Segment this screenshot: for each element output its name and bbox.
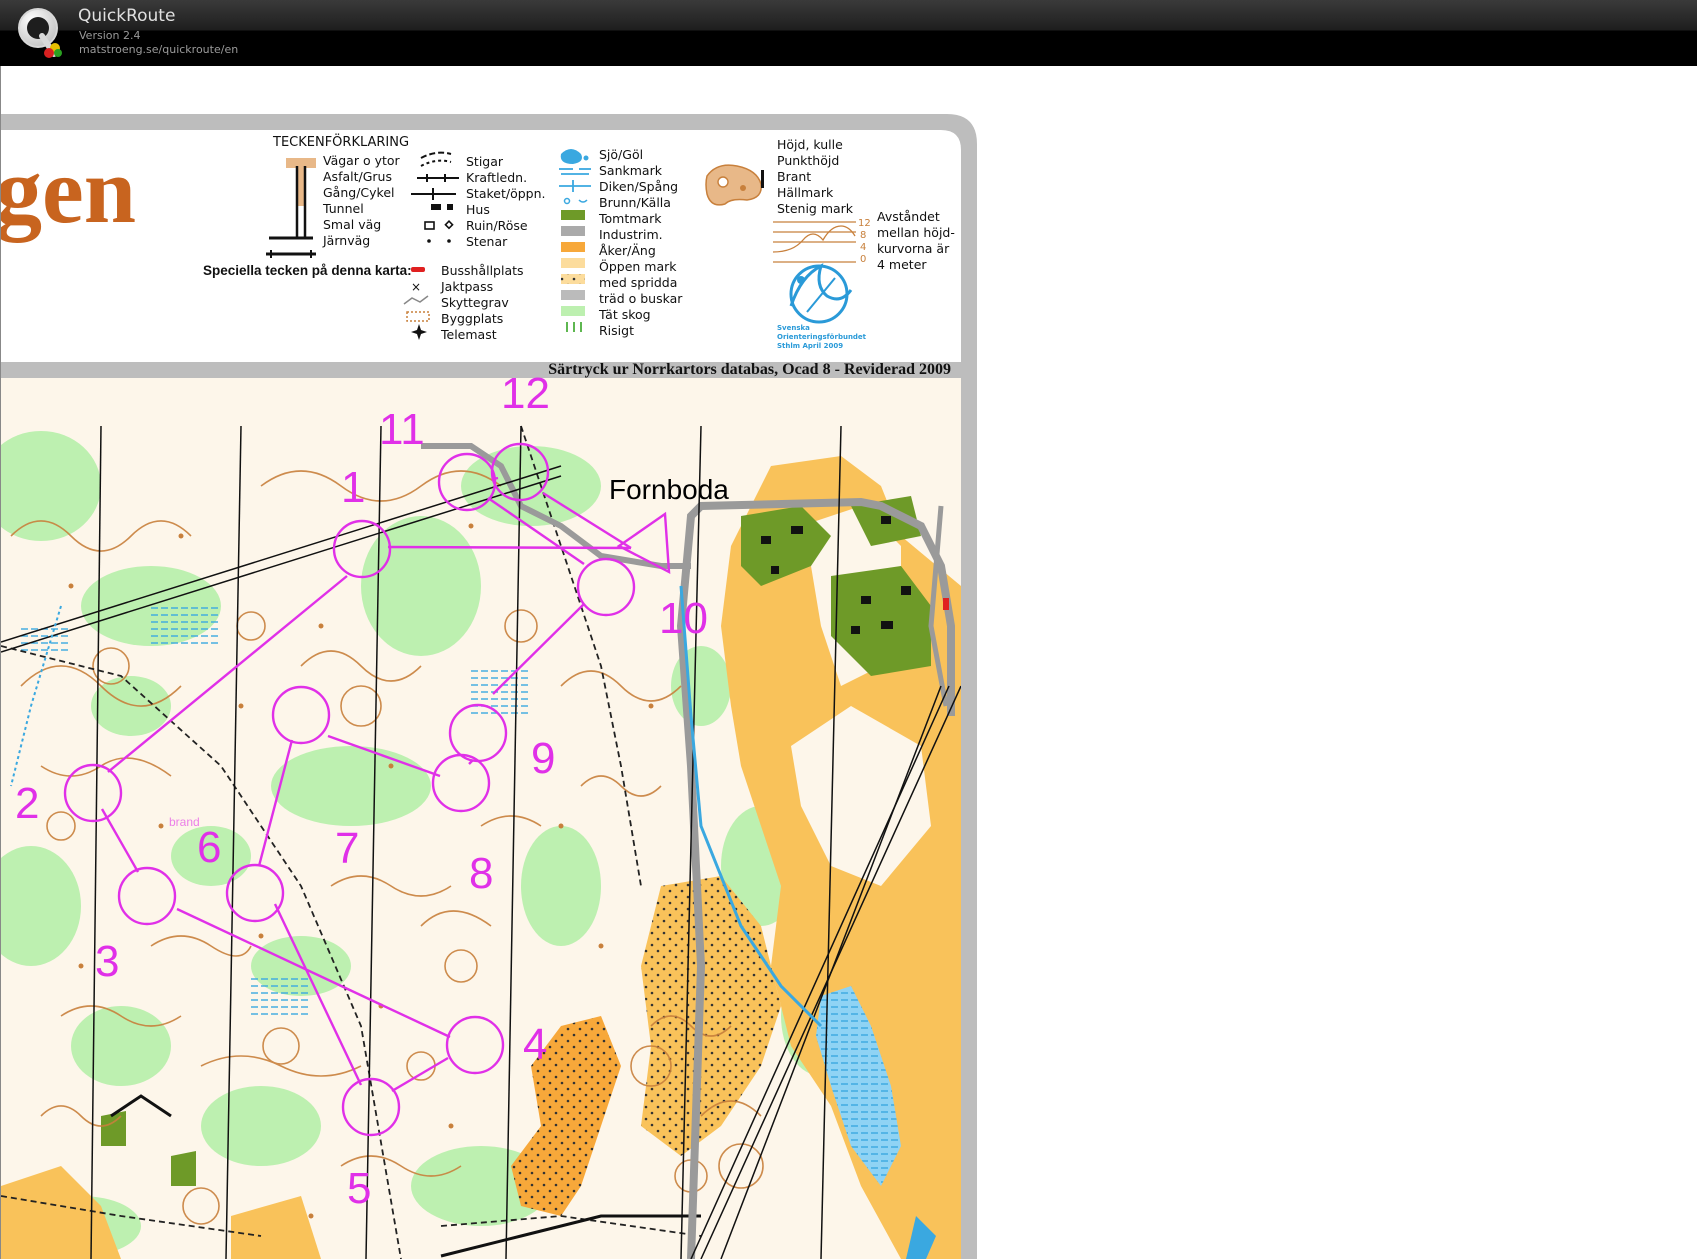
legend-col3-7: Öppen mark	[599, 258, 677, 274]
legend-col2-0: Stigar	[466, 154, 504, 169]
small-label: brand	[169, 815, 200, 829]
legend-col3-8: med spridda	[599, 275, 677, 290]
contour-text-0: Avståndet	[877, 209, 940, 224]
svg-text:×: ×	[411, 280, 421, 294]
special-item-1: Jaktpass	[440, 279, 493, 294]
control-number-9: 9	[531, 734, 555, 783]
legend-col3-11: Risigt	[599, 323, 634, 338]
legend-col2-1: Kraftledn.	[466, 170, 527, 185]
legend-col3-10: Tät skog	[598, 307, 651, 322]
control-number-7: 7	[335, 824, 359, 873]
contour-number-0: 12	[858, 218, 871, 229]
legend-col1-4: Smal väg	[323, 217, 381, 232]
legend-col4-2: Brant	[777, 169, 811, 184]
special-item-0: Busshållplats	[441, 263, 524, 278]
legend-col4-1: Punkthöjd	[777, 153, 839, 168]
legend-col3-6: Åker/Äng	[599, 243, 656, 258]
control-number-2: 2	[15, 779, 39, 828]
legend-col2-2: Staket/öppn.	[466, 186, 546, 201]
legend-col4-0: Höjd, kulle	[777, 137, 843, 152]
legend-col4-3: Hällmark	[777, 185, 834, 200]
legend-col3-3: Brunn/Källa	[599, 195, 671, 210]
legend-col2-3: Hus	[466, 202, 490, 217]
special-item-3: Byggplats	[441, 311, 503, 326]
contour-number-1: 8	[860, 230, 866, 241]
map-viewport[interactable]: gen TECKENFÖRKLARING Vägar o ytor Asfalt…	[0, 66, 1697, 1259]
contour-text-2: kurvorna är	[877, 241, 950, 256]
sof-text-2: Sthlm April 2009	[777, 342, 843, 350]
control-number-3: 3	[95, 937, 119, 986]
quickroute-logo-icon	[18, 8, 62, 58]
control-number-8: 8	[469, 849, 493, 898]
control-number-1: 1	[341, 463, 365, 512]
contour-number-3: 0	[860, 254, 866, 265]
app-version: Version 2.4	[79, 29, 141, 42]
legend-col3-5: Industrim.	[599, 227, 663, 242]
legend-col3-4: Tomtmark	[598, 211, 662, 226]
legend-title: TECKENFÖRKLARING	[272, 133, 409, 150]
control-number-11: 11	[379, 405, 425, 454]
special-item-2: Skyttegrav	[441, 295, 509, 310]
map-title-fragment: gen	[1, 139, 136, 243]
place-name: Fornboda	[609, 474, 729, 505]
legend-col1-5: Järnväg	[322, 233, 370, 248]
legend-col1-2: Gång/Cykel	[323, 185, 395, 200]
app-name: QuickRoute	[78, 6, 176, 26]
control-number-10: 10	[659, 594, 708, 643]
sof-text-1: Orienteringsförbundet	[777, 333, 867, 341]
special-title: Speciella tecken på denna karta:	[203, 263, 412, 278]
legend-col1-0: Vägar o ytor	[323, 153, 401, 168]
legend-col2-4: Ruin/Röse	[466, 218, 528, 233]
legend-col3-0: Sjö/Göl	[599, 147, 643, 162]
revision-text: Särtryck ur Norrkartors databas, Ocad 8 …	[548, 361, 951, 378]
legend-col3-2: Diken/Spång	[599, 179, 678, 194]
control-number-6: 6	[197, 823, 221, 872]
control-number-5: 5	[347, 1164, 371, 1213]
special-item-4: Telemast	[440, 327, 497, 342]
legend-col2-5: Stenar	[466, 234, 508, 249]
control-number-12: 12	[501, 369, 550, 418]
legend-col4-4: Stenig mark	[777, 201, 854, 216]
control-number-4: 4	[523, 1020, 547, 1069]
orienteering-map[interactable]: gen TECKENFÖRKLARING Vägar o ytor Asfalt…	[1, 66, 1697, 1259]
legend-col3-1: Sankmark	[599, 163, 663, 178]
app-url: matstroeng.se/quickroute/en	[79, 43, 239, 56]
legend-col1-3: Tunnel	[322, 201, 364, 216]
contour-text-1: mellan höjd-	[877, 225, 955, 240]
title-bar: QuickRoute Version 2.4 matstroeng.se/qui…	[0, 0, 1697, 66]
legend-col3-9: träd o buskar	[599, 291, 683, 306]
contour-number-2: 4	[860, 242, 866, 253]
sof-text-0: Svenska	[777, 324, 810, 332]
contour-text-3: 4 meter	[877, 257, 927, 272]
legend-col1-1: Asfalt/Grus	[323, 169, 392, 184]
